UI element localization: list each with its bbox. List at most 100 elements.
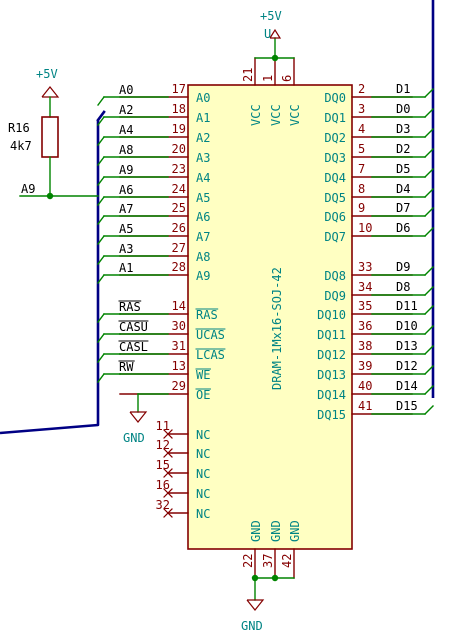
pin-name-dq8: DQ8 [324, 269, 346, 283]
pin-name-dq14: DQ14 [317, 388, 346, 402]
pin-name-vcc: VCC [288, 104, 302, 126]
net-label-d2: D2 [396, 142, 410, 156]
pin-number: 18 [172, 102, 186, 116]
pin-name-dq0: DQ0 [324, 91, 346, 105]
net-label-d10: D10 [396, 319, 418, 333]
pin-number: 8 [358, 182, 365, 196]
pin-number: 22 [241, 554, 255, 568]
pin-number: 16 [156, 478, 170, 492]
power-arrow [41, 86, 60, 98]
net-label-a1: A1 [119, 261, 133, 275]
pin-name-dq5: DQ5 [324, 191, 346, 205]
pin-number: 10 [358, 221, 372, 235]
pin-name-dq2: DQ2 [324, 131, 346, 145]
net-label-d7: D7 [396, 201, 410, 215]
pin-number: 40 [358, 379, 372, 393]
pin-number: 33 [358, 260, 372, 274]
pin-name-oe: OE [196, 388, 210, 402]
address-bus [0, 120, 100, 435]
pin-number: 13 [172, 359, 186, 373]
schematic-drawing: A017A0A118A2A219A4A320A8A423A9A524A6A625… [0, 0, 435, 633]
net-label-ras: RAS [119, 300, 141, 314]
pin-number: 4 [358, 122, 365, 136]
pin-number: 1 [261, 75, 275, 82]
pin-name-vcc: VCC [269, 104, 283, 126]
net-label-a7: A7 [119, 202, 133, 216]
pin-name-dq11: DQ11 [317, 328, 346, 342]
pin-number: 27 [172, 241, 186, 255]
net-label-rw: RW [119, 360, 134, 374]
pin-number: 7 [358, 162, 365, 176]
net-label-d0: D0 [396, 102, 410, 116]
pin-name-gnd: GND [269, 520, 283, 542]
pin-number: 17 [172, 82, 186, 96]
pin-number: 31 [172, 339, 186, 353]
pin-name-nc: NC [196, 447, 210, 461]
pin-number: 25 [172, 201, 186, 215]
pin-name-nc: NC [196, 467, 210, 481]
pin-number: 26 [172, 221, 186, 235]
power-arrow [269, 28, 282, 39]
pin-number: 12 [156, 438, 170, 452]
pin-number: 6 [280, 75, 294, 82]
pin-number: 38 [358, 339, 372, 353]
net-label-d11: D11 [396, 299, 418, 313]
pin-name-a7: A7 [196, 230, 210, 244]
net-label-a3: A3 [119, 242, 133, 256]
pin-number: 19 [172, 122, 186, 136]
pin-name-we: WE [196, 368, 210, 382]
pin-number: 15 [156, 458, 170, 472]
pin-name-a3: A3 [196, 151, 210, 165]
pin-number: 14 [172, 299, 186, 313]
pin-number: 41 [358, 399, 372, 413]
pin-name-a4: A4 [196, 171, 210, 185]
pin-name-nc: NC [196, 487, 210, 501]
pin-name-gnd: GND [249, 520, 263, 542]
bus-entry [97, 96, 105, 106]
pin-number: 34 [358, 280, 372, 294]
net-label-a5: A5 [119, 222, 133, 236]
pin-name-dq3: DQ3 [324, 151, 346, 165]
bus-entry [424, 405, 434, 415]
pin-name-nc: NC [196, 507, 210, 521]
net-label-d6: D6 [396, 221, 410, 235]
resistor-body [41, 116, 59, 158]
pin-number: 5 [358, 142, 365, 156]
pin-name-a1: A1 [196, 111, 210, 125]
net-label-d12: D12 [396, 359, 418, 373]
resistor-ref: R16 [8, 121, 30, 135]
net-label-d15: D15 [396, 399, 418, 413]
net-label-d9: D9 [396, 260, 410, 274]
resistor-supply-label: +5V [36, 67, 58, 81]
pin-name-a0: A0 [196, 91, 210, 105]
net-label-casu: CASU [119, 320, 148, 334]
schematic-canvas: A0 17 A0 A1 18 A2 A2 19 A4 A3 20 A8 A4 23 A9 A5 24 A6 A6 25… [0, 0, 461, 640]
net-label-a8: A8 [119, 143, 133, 157]
pin-name-ucas: UCAS [196, 328, 225, 342]
pin-number: 35 [358, 299, 372, 313]
net-label-d13: D13 [396, 339, 418, 353]
net-label-d1: D1 [396, 82, 410, 96]
pin-name-dq10: DQ10 [317, 308, 346, 322]
pin-number: 3 [358, 102, 365, 116]
pin-name-nc: NC [196, 428, 210, 442]
pin-number: 23 [172, 162, 186, 176]
net-label-d14: D14 [396, 379, 418, 393]
ground-symbol [246, 599, 265, 611]
pin-number: 37 [261, 554, 275, 568]
vcc-label: +5V [260, 9, 282, 23]
pin-number: 42 [280, 554, 294, 568]
pin-number: 30 [172, 319, 186, 333]
part-name: DRAM-1Mx16-SOJ-42 [270, 267, 284, 390]
pin-name-dq1: DQ1 [324, 111, 346, 125]
pin-number: 28 [172, 260, 186, 274]
pin-name-dq9: DQ9 [324, 289, 346, 303]
net-label-d3: D3 [396, 122, 410, 136]
pin-name-lcas: LCAS [196, 348, 225, 362]
net-label-a9: A9 [119, 163, 133, 177]
pin-number: 11 [156, 419, 170, 433]
vcc-sub-label: U [264, 27, 271, 41]
gnd-label: GND [123, 431, 145, 445]
pin-name-dq15: DQ15 [317, 408, 346, 422]
pin-name-dq6: DQ6 [324, 210, 346, 224]
